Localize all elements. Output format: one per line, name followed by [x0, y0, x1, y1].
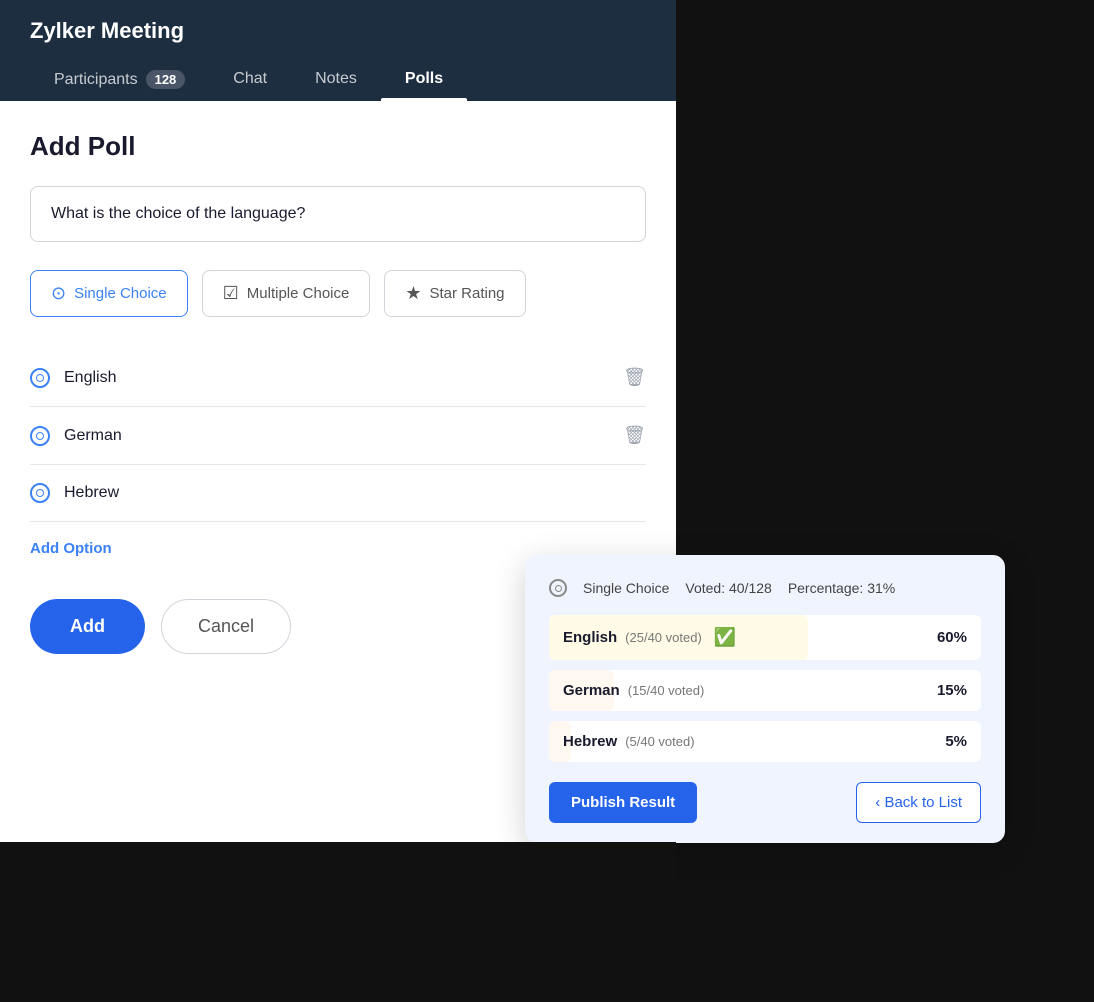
- winner-check-english: ✅: [714, 627, 736, 648]
- options-list: English 🗑 German 🗑 Hebrew: [30, 349, 646, 522]
- result-votes-hebrew: (5/40 voted): [625, 734, 694, 749]
- result-bar-german: German (15/40 voted) 15%: [549, 670, 981, 711]
- participants-badge: 128: [146, 70, 186, 89]
- poll-type-single[interactable]: ⊙ Single Choice: [30, 270, 188, 317]
- app-title: Zylker Meeting: [30, 18, 646, 44]
- result-content-german: German (15/40 voted): [563, 682, 927, 699]
- option-label-hebrew: Hebrew: [64, 484, 646, 502]
- result-votes-english: (25/40 voted): [625, 630, 702, 645]
- dark-right-bg: [676, 0, 1094, 1002]
- option-radio-inner-german: [36, 432, 44, 440]
- option-radio-inner-english: [36, 374, 44, 382]
- star-rating-label: Star Rating: [429, 285, 504, 302]
- multiple-choice-icon: ☑: [223, 283, 239, 304]
- result-lang-hebrew: Hebrew: [563, 733, 617, 750]
- result-bar-hebrew: Hebrew (5/40 voted) 5%: [549, 721, 981, 762]
- results-header: Single Choice Voted: 40/128 Percentage: …: [549, 579, 981, 597]
- star-rating-icon: ★: [405, 283, 421, 304]
- result-content-hebrew: Hebrew (5/40 voted): [563, 733, 935, 750]
- results-percentage: Percentage: 31%: [788, 580, 895, 596]
- multiple-choice-label: Multiple Choice: [247, 285, 350, 302]
- option-radio-german: [30, 426, 50, 446]
- result-pct-english: 60%: [937, 629, 967, 646]
- tab-polls[interactable]: Polls: [381, 60, 467, 101]
- single-choice-label: Single Choice: [74, 285, 167, 302]
- tab-notes[interactable]: Notes: [291, 60, 381, 101]
- tab-chat[interactable]: Chat: [209, 60, 291, 101]
- option-radio-inner-hebrew: [36, 489, 44, 497]
- results-radio-inner: [555, 585, 562, 592]
- option-radio-hebrew: [30, 483, 50, 503]
- result-bars: English (25/40 voted) ✅ 60% German (15/4…: [549, 615, 981, 762]
- tabs-nav: Participants 128 Chat Notes Polls: [30, 60, 646, 101]
- delete-option-english[interactable]: 🗑: [623, 367, 646, 388]
- result-content-english: English (25/40 voted) ✅: [563, 627, 927, 648]
- header: Zylker Meeting Participants 128 Chat Not…: [0, 0, 676, 101]
- single-choice-icon: ⊙: [51, 283, 66, 304]
- results-footer: Publish Result ‹ Back to List: [549, 782, 981, 823]
- poll-type-star[interactable]: ★ Star Rating: [384, 270, 525, 317]
- publish-result-button[interactable]: Publish Result: [549, 782, 697, 823]
- option-row-english: English 🗑: [30, 349, 646, 407]
- option-label-english: English: [64, 369, 609, 387]
- page-title: Add Poll: [30, 131, 646, 162]
- poll-type-multiple[interactable]: ☑ Multiple Choice: [202, 270, 371, 317]
- results-voted: Voted: 40/128: [685, 580, 771, 596]
- delete-option-german[interactable]: 🗑: [623, 425, 646, 446]
- result-pct-hebrew: 5%: [945, 733, 967, 750]
- back-to-list-button[interactable]: ‹ Back to List: [856, 782, 981, 823]
- result-lang-english: English: [563, 629, 617, 646]
- add-poll-button[interactable]: Add: [30, 599, 145, 654]
- option-row-german: German 🗑: [30, 407, 646, 465]
- cancel-button[interactable]: Cancel: [161, 599, 291, 654]
- poll-types: ⊙ Single Choice ☑ Multiple Choice ★ Star…: [30, 270, 646, 317]
- question-input[interactable]: [30, 186, 646, 242]
- results-type: Single Choice: [583, 580, 669, 596]
- result-lang-german: German: [563, 682, 620, 699]
- results-card: Single Choice Voted: 40/128 Percentage: …: [525, 555, 1005, 843]
- results-radio-icon: [549, 579, 567, 597]
- option-row-hebrew: Hebrew: [30, 465, 646, 522]
- tab-participants-label: Participants: [54, 71, 138, 89]
- option-radio-english: [30, 368, 50, 388]
- tab-participants[interactable]: Participants 128: [30, 60, 209, 101]
- option-label-german: German: [64, 427, 609, 445]
- result-bar-english: English (25/40 voted) ✅ 60%: [549, 615, 981, 660]
- result-pct-german: 15%: [937, 682, 967, 699]
- result-votes-german: (15/40 voted): [628, 683, 705, 698]
- dark-bottom-bg: [0, 842, 676, 1002]
